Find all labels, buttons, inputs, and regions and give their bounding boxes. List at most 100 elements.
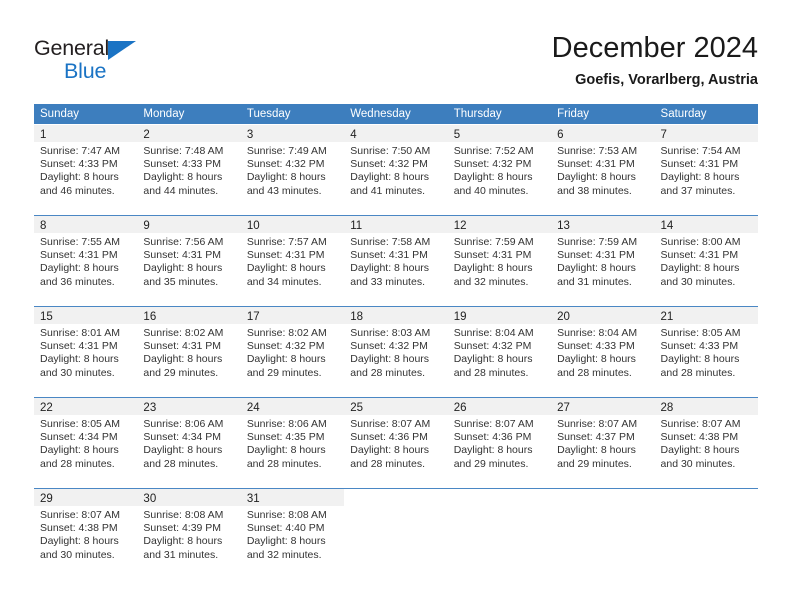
calendar-day-cell[interactable]: 6 Sunrise: 7:53 AM Sunset: 4:31 PM Daylight… <box>551 125 655 209</box>
calendar-day-cell[interactable]: 27 Sunrise: 8:07 AM Sunset: 4:37 PM Dayligh… <box>551 398 655 482</box>
day-number: 25 <box>350 402 364 414</box>
day-number: 9 <box>143 220 150 232</box>
daylight-duration-line1: Daylight: 8 hours <box>350 444 430 457</box>
calendar-day-cell[interactable]: 5 Sunrise: 7:52 AM Sunset: 4:32 PM Daylight… <box>447 125 552 209</box>
calendar-day-cell[interactable]: 2 Sunrise: 7:48 AM Sunset: 4:33 PM Daylight… <box>137 125 241 209</box>
sunset-time: Sunset: 4:31 PM <box>557 249 635 262</box>
day-number-band: 24 <box>240 398 345 415</box>
sunset-time: Sunset: 4:32 PM <box>453 158 532 171</box>
daylight-duration-line2: and 28 minutes. <box>246 457 322 470</box>
daylight-duration-line2: and 31 minutes. <box>143 548 219 561</box>
calendar-day-cell[interactable]: 9 Sunrise: 7:56 AM Sunset: 4:31 PM Daylight… <box>137 216 241 300</box>
day-number: 28 <box>660 402 674 414</box>
sunset-time: Sunset: 4:38 PM <box>40 522 118 535</box>
day-details: Sunrise: 8:05 AM Sunset: 4:33 PM Daylight:… <box>655 324 758 380</box>
calendar-day-cell[interactable]: 26 Sunrise: 8:07 AM Sunset: 4:36 PM Dayligh… <box>447 398 552 482</box>
sunset-time: Sunset: 4:33 PM <box>143 158 222 171</box>
calendar-day-cell[interactable]: 28 Sunrise: 8:07 AM Sunset: 4:38 PM Dayligh… <box>654 398 758 482</box>
daylight-duration-line1: Daylight: 8 hours <box>143 262 223 275</box>
calendar-day-cell[interactable]: 21 Sunrise: 8:05 AM Sunset: 4:33 PM Dayligh… <box>654 307 758 391</box>
daylight-duration-line1: Daylight: 8 hours <box>246 353 326 366</box>
day-number: 15 <box>40 311 53 323</box>
calendar-day-cell[interactable]: 15 Sunrise: 8:01 AM Sunset: 4:31 PM Dayligh… <box>34 307 138 391</box>
sunrise-time: Sunrise: 7:48 AM <box>143 145 224 157</box>
calendar-day-cell[interactable]: 23 Sunrise: 8:06 AM Sunset: 4:34 PM Dayligh… <box>137 398 241 482</box>
sunrise-time: Sunrise: 7:47 AM <box>40 145 120 157</box>
sunrise-time: Sunrise: 7:59 AM <box>453 236 534 248</box>
day-details: Sunrise: 8:07 AM Sunset: 4:36 PM Daylight:… <box>344 415 447 471</box>
day-number-band: 6 <box>551 125 655 142</box>
calendar-day-cell[interactable]: 8 Sunrise: 7:55 AM Sunset: 4:31 PM Daylight… <box>34 216 138 300</box>
calendar-day-cell[interactable]: 3 Sunrise: 7:49 AM Sunset: 4:32 PM Daylight… <box>240 125 345 209</box>
daylight-duration-line2: and 32 minutes. <box>246 548 322 561</box>
sunrise-time: Sunrise: 7:57 AM <box>246 236 327 248</box>
calendar-day-cell[interactable]: 11 Sunrise: 7:58 AM Sunset: 4:31 PM Dayligh… <box>344 216 448 300</box>
day-number-band: 13 <box>551 216 655 233</box>
calendar-day-cell[interactable]: 31 Sunrise: 8:08 AM Sunset: 4:40 PM Dayligh… <box>240 489 345 573</box>
calendar-page: General Blue December 2024 Goefis, Vorar… <box>0 0 792 612</box>
daylight-duration-line1: Daylight: 8 hours <box>557 171 636 184</box>
calendar-day-cell[interactable]: 1 Sunrise: 7:47 AM Sunset: 4:33 PM Daylight… <box>34 125 138 209</box>
daylight-duration-line1: Daylight: 8 hours <box>557 262 636 275</box>
calendar-day-cell[interactable]: 25 Sunrise: 8:07 AM Sunset: 4:36 PM Dayligh… <box>344 398 448 482</box>
sunset-time: Sunset: 4:31 PM <box>40 249 118 262</box>
calendar-day-cell[interactable]: 13 Sunrise: 7:59 AM Sunset: 4:31 PM Dayligh… <box>551 216 655 300</box>
sunrise-time: Sunrise: 7:50 AM <box>350 145 431 157</box>
day-number-band: 30 <box>137 489 241 506</box>
day-number: 27 <box>557 402 570 414</box>
calendar-day-cell[interactable]: 10 Sunrise: 7:57 AM Sunset: 4:31 PM Dayligh… <box>240 216 345 300</box>
calendar-day-cell[interactable]: 24 Sunrise: 8:06 AM Sunset: 4:35 PM Dayligh… <box>240 398 345 482</box>
day-number-band: 27 <box>551 398 655 415</box>
day-number-band <box>551 489 655 506</box>
calendar-day-cell[interactable]: 12 Sunrise: 7:59 AM Sunset: 4:31 PM Dayligh… <box>447 216 552 300</box>
brand-logo[interactable]: General Blue <box>34 36 194 88</box>
daylight-duration-line2: and 29 minutes. <box>143 366 219 379</box>
weekday-header-saturday: Saturday <box>660 108 707 120</box>
day-details: Sunrise: 7:53 AM Sunset: 4:31 PM Daylight:… <box>551 142 654 198</box>
sunrise-time: Sunrise: 8:02 AM <box>143 327 224 339</box>
daylight-duration-line2: and 46 minutes. <box>40 184 115 197</box>
daylight-duration-line1: Daylight: 8 hours <box>143 535 223 548</box>
calendar-day-cell[interactable]: 20 Sunrise: 8:04 AM Sunset: 4:33 PM Dayligh… <box>551 307 655 391</box>
daylight-duration-line2: and 28 minutes. <box>350 457 425 470</box>
sunrise-time: Sunrise: 8:08 AM <box>143 509 224 521</box>
calendar-day-cell[interactable]: 29 Sunrise: 8:07 AM Sunset: 4:38 PM Dayligh… <box>34 489 138 573</box>
calendar-day-cell[interactable]: 19 Sunrise: 8:04 AM Sunset: 4:32 PM Dayligh… <box>447 307 552 391</box>
day-number: 8 <box>40 220 47 232</box>
calendar-week-row: 1 Sunrise: 7:47 AM Sunset: 4:33 PM Daylight… <box>34 125 758 209</box>
calendar-day-cell[interactable]: 14 Sunrise: 8:00 AM Sunset: 4:31 PM Dayligh… <box>654 216 758 300</box>
sunrise-time: Sunrise: 8:03 AM <box>350 327 431 339</box>
calendar-day-cell[interactable]: 22 Sunrise: 8:05 AM Sunset: 4:34 PM Dayligh… <box>34 398 138 482</box>
weekday-header-row: Sunday Monday Tuesday Wednesday Thursday… <box>34 104 758 124</box>
sunrise-time: Sunrise: 8:05 AM <box>660 327 741 339</box>
day-number-band: 19 <box>447 307 552 324</box>
calendar-day-cell[interactable]: 30 Sunrise: 8:08 AM Sunset: 4:39 PM Dayligh… <box>137 489 241 573</box>
sunrise-time: Sunrise: 8:07 AM <box>660 418 741 430</box>
day-number: 29 <box>40 493 53 505</box>
sunrise-time: Sunrise: 8:01 AM <box>40 327 120 339</box>
brand-triangle-icon <box>108 41 136 60</box>
day-details: Sunrise: 8:07 AM Sunset: 4:38 PM Daylight:… <box>655 415 758 471</box>
calendar-day-cell[interactable]: 7 Sunrise: 7:54 AM Sunset: 4:31 PM Daylight… <box>654 125 758 209</box>
sunrise-time: Sunrise: 7:55 AM <box>40 236 120 248</box>
daylight-duration-line2: and 37 minutes. <box>660 184 736 197</box>
daylight-duration-line2: and 30 minutes. <box>40 548 115 561</box>
calendar-day-cell[interactable]: 16 Sunrise: 8:02 AM Sunset: 4:31 PM Dayligh… <box>137 307 241 391</box>
sunrise-time: Sunrise: 8:05 AM <box>40 418 120 430</box>
day-details: Sunrise: 8:05 AM Sunset: 4:34 PM Daylight:… <box>34 415 137 471</box>
day-details: Sunrise: 8:01 AM Sunset: 4:31 PM Daylight:… <box>34 324 137 380</box>
day-details: Sunrise: 7:56 AM Sunset: 4:31 PM Daylight:… <box>137 233 240 289</box>
sunset-time: Sunset: 4:31 PM <box>557 158 635 171</box>
day-number: 17 <box>246 311 260 323</box>
daylight-duration-line2: and 30 minutes. <box>660 275 736 288</box>
daylight-duration-line1: Daylight: 8 hours <box>246 262 326 275</box>
calendar-day-cell[interactable]: 17 Sunrise: 8:02 AM Sunset: 4:32 PM Dayligh… <box>240 307 345 391</box>
day-number: 21 <box>660 311 674 323</box>
daylight-duration-line1: Daylight: 8 hours <box>660 262 740 275</box>
calendar-week-row: 22 Sunrise: 8:05 AM Sunset: 4:34 PM Dayligh… <box>34 397 758 482</box>
calendar-day-cell[interactable]: 18 Sunrise: 8:03 AM Sunset: 4:32 PM Dayligh… <box>344 307 448 391</box>
sunset-time: Sunset: 4:31 PM <box>660 158 739 171</box>
calendar-day-cell[interactable]: 4 Sunrise: 7:50 AM Sunset: 4:32 PM Daylight… <box>344 125 448 209</box>
daylight-duration-line2: and 30 minutes. <box>660 457 736 470</box>
sunset-time: Sunset: 4:34 PM <box>143 431 222 444</box>
